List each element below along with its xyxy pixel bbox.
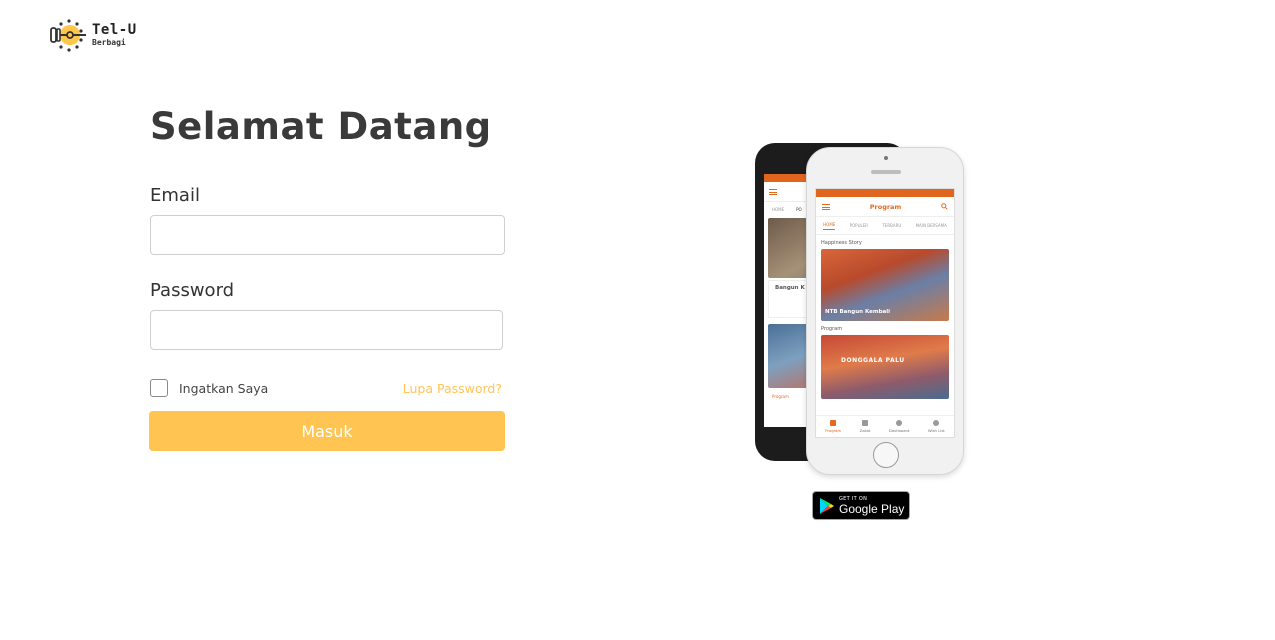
email-field[interactable] [150, 215, 505, 255]
story-card-image: NTB Bangun Kembali [821, 249, 949, 321]
remember-row: Ingatkan Saya Lupa Password? [150, 379, 502, 397]
google-play-big-text: Google Play [839, 501, 905, 516]
forgot-password-link[interactable]: Lupa Password? [403, 381, 502, 396]
google-play-icon [820, 497, 834, 514]
search-icon [941, 203, 948, 210]
front-phone-screen: Program HOME POPULER TERBARU MAIN BERSAM… [815, 188, 955, 438]
section-title: Program [821, 326, 843, 332]
app-nav-label: Wish List [927, 428, 945, 433]
brand-title: Tel-U [92, 22, 137, 38]
app-nav-item: Dashboard [888, 420, 910, 433]
app-tab-popular: POPULER [849, 223, 869, 228]
google-play-small-text: GET IT ON [839, 495, 868, 502]
page-title: Selamat Datang [150, 105, 492, 148]
key-sun-icon [50, 18, 88, 52]
remember-checkbox[interactable] [150, 379, 168, 397]
login-form: Selamat Datang Email Password Ingatkan S… [149, 105, 506, 451]
app-tab-home: HOME [823, 222, 836, 230]
program-card-caption: DONGGALA PALU [841, 357, 905, 364]
front-phone: Program HOME POPULER TERBARU MAIN BERSAM… [806, 147, 964, 475]
brand-subtitle: Berbagi [92, 38, 126, 47]
app-bar: Program [816, 197, 954, 217]
section-title: Happiness Story [821, 240, 862, 246]
remember-me[interactable]: Ingatkan Saya [150, 379, 268, 397]
remember-label: Ingatkan Saya [179, 380, 269, 396]
password-label: Password [150, 280, 235, 301]
menu-icon [822, 203, 830, 210]
app-nav-label: Zakat [859, 428, 871, 433]
brand-text: Tel-U Berbagi [92, 23, 137, 47]
speaker [871, 170, 901, 174]
program-icon [830, 420, 837, 426]
back-tab: PO [796, 206, 802, 212]
app-nav-label: Program [825, 428, 842, 433]
back-tab: HOME [772, 206, 785, 212]
login-button[interactable]: Masuk [149, 411, 505, 451]
story-card-caption: NTB Bangun Kembali [825, 309, 891, 315]
app-nav-label: Dashboard [888, 428, 910, 433]
menu-icon [769, 188, 777, 195]
password-field[interactable] [150, 310, 503, 350]
app-statusbar [816, 189, 954, 197]
clock-icon [896, 420, 903, 426]
heart-icon [933, 420, 940, 426]
app-preview-image: HOME PO Bangun K 1 Hari Lagi Program Pro… [755, 143, 965, 475]
google-play-text: GET IT ON Google Play [839, 495, 905, 516]
app-tab-latest: TERBARU [882, 223, 902, 228]
app-nav-item: Zakat [859, 420, 871, 433]
brand-logo[interactable]: Tel-U Berbagi [50, 18, 137, 52]
app-title: Program [869, 202, 902, 211]
email-label: Email [150, 185, 200, 206]
zakat-icon [862, 420, 869, 426]
app-nav-item: Program [825, 420, 841, 433]
app-tab-play: MAIN BERSAMA [915, 223, 947, 228]
google-play-badge[interactable]: GET IT ON Google Play [812, 491, 910, 520]
home-button [873, 442, 899, 468]
program-card-image: DONGGALA PALU [821, 335, 949, 399]
camera-dot [884, 156, 888, 160]
app-nav-item: Wish List [928, 420, 945, 433]
app-bottom-nav: Program Zakat Dashboard Wish List [816, 415, 954, 437]
app-tabs: HOME POPULER TERBARU MAIN BERSAMA [816, 217, 954, 235]
